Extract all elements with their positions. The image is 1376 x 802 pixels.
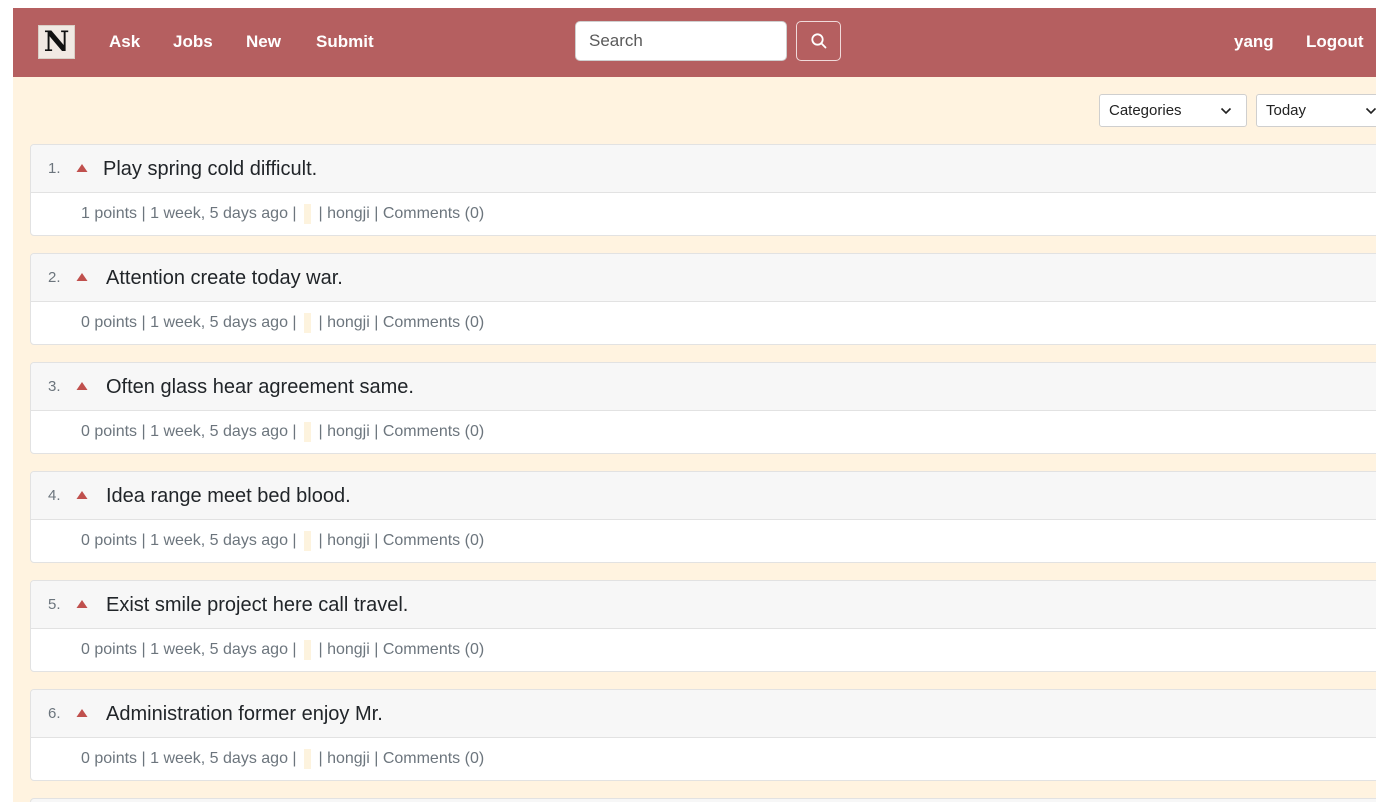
story-age: 1 week, 5 days ago (150, 423, 288, 440)
user-link[interactable]: yang (1234, 32, 1274, 52)
nav-link-new[interactable]: New (246, 32, 281, 52)
story-age: 1 week, 5 days ago (150, 750, 288, 767)
story-points: 0 points (81, 423, 138, 440)
search-icon (810, 33, 826, 49)
category-tag[interactable] (304, 749, 312, 769)
story-comments-link[interactable]: Comments (0) (383, 314, 484, 331)
upvote-arrow-icon[interactable] (75, 270, 89, 284)
upvote-arrow-icon[interactable] (75, 488, 89, 502)
story-points: 0 points (81, 314, 138, 331)
story-title[interactable]: Attention create today war. (106, 267, 343, 289)
category-tag[interactable] (304, 313, 312, 333)
story-author[interactable]: hongji (327, 532, 370, 549)
story-item: 3. Often glass hear agreement same. 0 po… (30, 362, 1376, 454)
story-item-partial (30, 798, 1376, 802)
categories-select-value: Categories (1109, 102, 1182, 119)
story-rank: 6. (48, 705, 61, 722)
story-title[interactable]: Administration former enjoy Mr. (106, 703, 383, 725)
search-input[interactable] (575, 21, 787, 61)
story-comments-link[interactable]: Comments (0) (383, 641, 484, 658)
story-age: 1 week, 5 days ago (150, 314, 288, 331)
story-comments-link[interactable]: Comments (0) (383, 205, 484, 222)
category-tag[interactable] (304, 640, 312, 660)
story-points: 1 points (81, 205, 138, 222)
page: N Ask Jobs New Submit yang Logout Catego… (13, 8, 1376, 802)
category-tag[interactable] (304, 531, 312, 551)
story-comments-link[interactable]: Comments (0) (383, 532, 484, 549)
chevron-down-icon (1365, 107, 1376, 115)
story-author[interactable]: hongji (327, 423, 370, 440)
story-title[interactable]: Often glass hear agreement same. (106, 376, 414, 398)
chevron-down-icon (1220, 107, 1232, 115)
story-meta: 0 points | 1 week, 5 days ago | | hongji… (81, 640, 485, 660)
upvote-arrow-icon[interactable] (75, 379, 89, 393)
story-comments-link[interactable]: Comments (0) (383, 423, 484, 440)
story-header: 3. Often glass hear agreement same. (31, 363, 1376, 411)
story-rank: 1. (48, 160, 61, 177)
story-item: 2. Attention create today war. 0 points … (30, 253, 1376, 345)
upvote-arrow-icon[interactable] (75, 706, 89, 720)
category-tag[interactable] (304, 422, 312, 442)
story-meta: 0 points | 1 week, 5 days ago | | hongji… (81, 749, 485, 769)
story-title[interactable]: Play spring cold difficult. (103, 158, 317, 180)
nav-link-ask[interactable]: Ask (109, 32, 140, 52)
story-rank: 5. (48, 596, 61, 613)
nav-link-jobs[interactable]: Jobs (173, 32, 213, 52)
story-rank: 2. (48, 269, 61, 286)
nav-link-submit[interactable]: Submit (316, 32, 374, 52)
story-header: 6. Administration former enjoy Mr. (31, 690, 1376, 738)
upvote-arrow-icon[interactable] (75, 597, 89, 611)
story-age: 1 week, 5 days ago (150, 641, 288, 658)
story-title[interactable]: Idea range meet bed blood. (106, 485, 351, 507)
story-meta: 1 points | 1 week, 5 days ago | | hongji… (81, 204, 485, 224)
time-range-select[interactable]: Today (1256, 94, 1376, 127)
categories-select[interactable]: Categories (1099, 94, 1247, 127)
story-comments-link[interactable]: Comments (0) (383, 750, 484, 767)
story-header: 2. Attention create today war. (31, 254, 1376, 302)
story-age: 1 week, 5 days ago (150, 532, 288, 549)
story-item: 1. Play spring cold difficult. 1 points … (30, 144, 1376, 236)
story-points: 0 points (81, 641, 138, 658)
story-header: 5. Exist smile project here call travel. (31, 581, 1376, 629)
story-item: 5. Exist smile project here call travel.… (30, 580, 1376, 672)
story-meta: 0 points | 1 week, 5 days ago | | hongji… (81, 313, 485, 333)
upvote-arrow-icon[interactable] (75, 161, 89, 175)
story-rank: 4. (48, 487, 61, 504)
story-title[interactable]: Exist smile project here call travel. (106, 594, 408, 616)
story-points: 0 points (81, 532, 138, 549)
search-button[interactable] (796, 21, 841, 61)
story-rank: 3. (48, 378, 61, 395)
site-logo[interactable]: N (38, 25, 75, 59)
story-author[interactable]: hongji (327, 314, 370, 331)
story-item: 6. Administration former enjoy Mr. 0 poi… (30, 689, 1376, 781)
story-age: 1 week, 5 days ago (150, 205, 288, 222)
category-tag[interactable] (304, 204, 312, 224)
story-points: 0 points (81, 750, 138, 767)
time-range-select-value: Today (1266, 102, 1307, 119)
story-item: 4. Idea range meet bed blood. 0 points |… (30, 471, 1376, 563)
story-header: 1. Play spring cold difficult. (31, 145, 1376, 193)
story-author[interactable]: hongji (327, 750, 370, 767)
story-meta: 0 points | 1 week, 5 days ago | | hongji… (81, 531, 485, 551)
top-navbar: N Ask Jobs New Submit yang Logout (13, 8, 1376, 77)
story-author[interactable]: hongji (327, 205, 370, 222)
story-header: 4. Idea range meet bed blood. (31, 472, 1376, 520)
story-author[interactable]: hongji (327, 641, 370, 658)
logout-link[interactable]: Logout (1306, 32, 1364, 52)
story-meta: 0 points | 1 week, 5 days ago | | hongji… (81, 422, 485, 442)
